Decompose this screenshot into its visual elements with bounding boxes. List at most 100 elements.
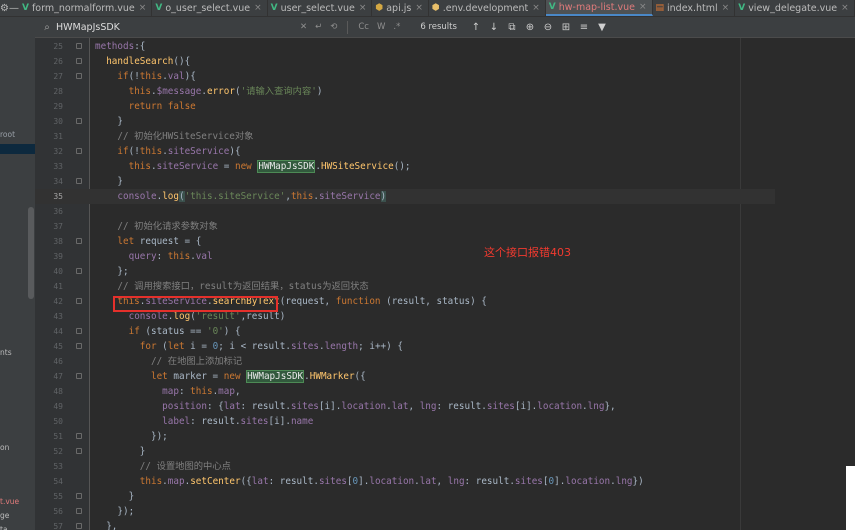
code-text[interactable]: }); [95, 429, 168, 444]
code-text[interactable]: map: this.map, [95, 384, 240, 399]
regex-toggle[interactable]: .* [393, 22, 400, 32]
code-line[interactable]: 37 // 初始化请求参数对象 [35, 219, 775, 234]
fold-marker-icon[interactable] [76, 268, 82, 274]
code-text[interactable]: if(!this.val){ [95, 69, 195, 84]
fold-marker-icon[interactable] [76, 118, 82, 124]
code-line[interactable]: 39 query: this.val [35, 249, 775, 264]
whole-words-toggle[interactable]: W [377, 22, 385, 32]
tree-item-fragment[interactable]: nts [0, 348, 12, 357]
code-line[interactable]: 55 } [35, 489, 775, 504]
fold-marker-icon[interactable] [76, 73, 82, 79]
next-occurrence-icon[interactable]: ↓ [485, 22, 503, 33]
code-text[interactable]: }); [95, 504, 134, 519]
code-text[interactable]: // 初始化请求参数对象 [95, 219, 217, 234]
history-icon[interactable]: ⟲ [330, 22, 337, 32]
match-case-toggle[interactable]: Cc [358, 22, 369, 32]
code-line[interactable]: 44 if (status == '0') { [35, 324, 775, 339]
code-line[interactable]: 46 // 在地图上添加标记 [35, 354, 775, 369]
show-in-find-window-icon[interactable]: ⧉ [503, 22, 521, 33]
code-text[interactable]: console.log('this.siteService',this.site… [95, 189, 387, 204]
fold-marker-icon[interactable] [76, 343, 82, 349]
code-text[interactable]: handleSearch(){ [95, 54, 190, 69]
code-line[interactable]: 25 methods:{ [35, 39, 775, 54]
code-line[interactable]: 32 if(!this.siteService){ [35, 144, 775, 159]
code-line[interactable]: 40 }; [35, 264, 775, 279]
code-line[interactable]: 45 for (let i = 0; i < result.sites.leng… [35, 339, 775, 354]
previous-occurrence-icon[interactable]: ↑ [467, 22, 485, 33]
code-line[interactable]: 34 } [35, 174, 775, 189]
code-text[interactable]: methods:{ [95, 39, 145, 54]
code-text[interactable]: this.map.setCenter({lat: result.sites[0]… [95, 474, 644, 489]
code-text[interactable]: this.$message.error('请输入查询内容') [95, 84, 323, 99]
fold-marker-icon[interactable] [76, 433, 82, 439]
fold-marker-icon[interactable] [76, 43, 82, 49]
close-tab-icon[interactable]: × [139, 3, 147, 13]
tree-item-fragment[interactable]: ta [0, 525, 8, 530]
clear-search-icon[interactable]: ✕ [300, 22, 307, 32]
project-tree-scrollbar[interactable] [28, 207, 34, 299]
fold-marker-icon[interactable] [76, 373, 82, 379]
code-text[interactable]: let request = { [95, 234, 201, 249]
tab-api-js[interactable]: ⬢ api.js × [372, 0, 429, 16]
minimize-icon[interactable]: — [9, 3, 19, 14]
tree-item-fragment[interactable]: root [0, 130, 15, 139]
add-occurrence-icon[interactable]: ⊕ [521, 22, 539, 33]
close-tab-icon[interactable]: × [639, 2, 647, 12]
code-line[interactable]: 49 position: {lat: result.sites[i].locat… [35, 399, 775, 414]
code-line[interactable]: 56 }); [35, 504, 775, 519]
code-text[interactable]: label: result.sites[i].name [95, 414, 313, 429]
fold-marker-icon[interactable] [76, 58, 82, 64]
fold-marker-icon[interactable] [76, 148, 82, 154]
code-line[interactable]: 31 // 初始化HWSiteService对象 [35, 129, 775, 144]
search-icon[interactable]: ⌕ [38, 22, 56, 33]
code-text[interactable]: } [95, 174, 123, 189]
code-line[interactable]: 28 this.$message.error('请输入查询内容') [35, 84, 775, 99]
fold-marker-icon[interactable] [76, 448, 82, 454]
tree-item-fragment[interactable]: t.vue [0, 497, 19, 506]
close-tab-icon[interactable]: × [415, 3, 423, 13]
fold-marker-icon[interactable] [76, 493, 82, 499]
code-text[interactable]: query: this.val [95, 249, 213, 264]
code-line[interactable]: 52 } [35, 444, 775, 459]
code-text[interactable]: if (status == '0') { [95, 324, 241, 339]
new-line-icon[interactable]: ↵ [315, 22, 322, 32]
tab-hw-map-list-vue[interactable]: Vhw-map-list.vue × [545, 0, 653, 16]
tab-form-normalform-vue[interactable]: Vform_normalform.vue × [19, 0, 153, 16]
code-text[interactable]: position: {lat: result.sites[i].location… [95, 399, 615, 414]
code-text[interactable]: } [95, 444, 146, 459]
fold-marker-icon[interactable] [76, 178, 82, 184]
code-line[interactable]: 27 if(!this.val){ [35, 69, 775, 84]
code-text[interactable]: // 初始化HWSiteService对象 [95, 129, 253, 144]
code-area[interactable]: 25 methods:{26 handleSearch(){27 if(!this… [35, 38, 855, 530]
code-line[interactable]: 41 // 调用搜索接口，result为返回结果，status为返回状态 [35, 279, 775, 294]
code-text[interactable]: return false [95, 99, 196, 114]
code-line[interactable]: 30 } [35, 114, 775, 129]
code-text[interactable]: // 在地图上添加标记 [95, 354, 242, 369]
code-text[interactable]: } [95, 489, 135, 504]
code-line[interactable]: 33 this.siteService = new HWMapJsSDK.HWS… [35, 159, 775, 174]
code-line[interactable]: 35 console.log('this.siteService',this.s… [35, 189, 775, 204]
code-text[interactable]: for (let i = 0; i < result.sites.length;… [95, 339, 403, 354]
code-line[interactable]: 47 let marker = new HWMapJsSDK.HWMarker(… [35, 369, 775, 384]
tree-item-fragment[interactable]: ge [0, 511, 9, 520]
code-text[interactable]: this.siteService = new HWMapJsSDK.HWSite… [95, 159, 411, 174]
code-line[interactable]: 51 }); [35, 429, 775, 444]
tab-o-user-select-vue[interactable]: Vo_user_select.vue × [152, 0, 268, 16]
code-text[interactable]: }, [95, 519, 117, 530]
tab-user-select-vue[interactable]: Vuser_select.vue × [268, 0, 373, 16]
code-line[interactable]: 26 handleSearch(){ [35, 54, 775, 69]
code-line[interactable]: 53 // 设置地图的中心点 [35, 459, 775, 474]
close-tab-icon[interactable]: × [359, 3, 367, 13]
fold-marker-icon[interactable] [76, 238, 82, 244]
code-text[interactable]: }; [95, 264, 128, 279]
close-tab-icon[interactable]: × [532, 3, 540, 13]
code-line[interactable]: 36 [35, 204, 775, 219]
fold-marker-icon[interactable] [76, 328, 82, 334]
fold-marker-icon[interactable] [76, 523, 82, 529]
tab-view-delegate-vue[interactable]: Vview_delegate.vue × [735, 0, 855, 16]
close-tab-icon[interactable]: × [254, 3, 262, 13]
remove-occurrence-icon[interactable]: ⊖ [539, 22, 557, 33]
code-line[interactable]: 29 return false [35, 99, 775, 114]
select-all-occurrences-icon[interactable]: ⊞ [557, 22, 575, 33]
code-text[interactable]: let marker = new HWMapJsSDK.HWMarker({ [95, 369, 366, 384]
